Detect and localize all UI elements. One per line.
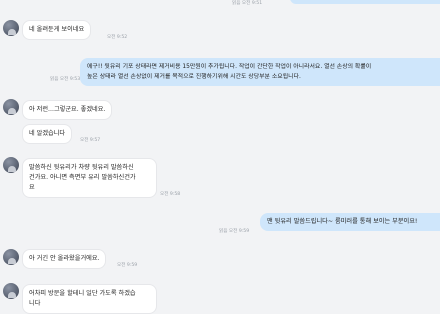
incoming-message: 네 올려둔게 보이네요 xyxy=(22,20,92,40)
outgoing-message: 에구!! 뒷유리 기포 상태라면 제거비용 15만원이 추가됩니다. 작업이 간… xyxy=(80,58,440,86)
outgoing-message: 맨 뒷유리 말씀드립니다~ 룸미러를 통해 보이는 부분이요! xyxy=(260,213,440,231)
message-time: 오전 9:52 xyxy=(107,35,128,40)
avatar[interactable] xyxy=(3,157,19,173)
message-time: 읽음 오전 9:51 xyxy=(232,1,263,6)
incoming-message: 말씀하신 뒷유리가 차량 뒷유리 말씀하신 건가요. 아니면 측면부 유리 말씀… xyxy=(22,158,157,198)
avatar[interactable] xyxy=(3,99,19,115)
message-time: 읽음 오전 9:53 xyxy=(50,77,81,82)
message-time: 읽음 오전 9:59 xyxy=(219,229,250,234)
incoming-message: 어차피 방문을 할테니 일단 가도록 하겠습 니다 xyxy=(22,284,157,314)
avatar[interactable] xyxy=(3,20,19,36)
incoming-message: 아 저런...그렇군요. 좋겠네요. xyxy=(22,100,113,120)
message-time: 오전 9:57 xyxy=(80,138,101,143)
message-time: 오전 9:58 xyxy=(160,192,181,197)
message-time: 오전 9:59 xyxy=(117,263,138,268)
outgoing-message xyxy=(290,0,440,4)
incoming-message: 아 거긴 안 올라왔을거에요. xyxy=(22,249,107,269)
avatar[interactable] xyxy=(3,283,19,299)
chat-thread: 읽음 오전 9:51 네 올려둔게 보이네요 오전 9:52 읽음 오전 9:5… xyxy=(0,0,440,314)
avatar[interactable] xyxy=(3,249,19,265)
incoming-message: 네 알겠습니다 xyxy=(22,124,73,144)
